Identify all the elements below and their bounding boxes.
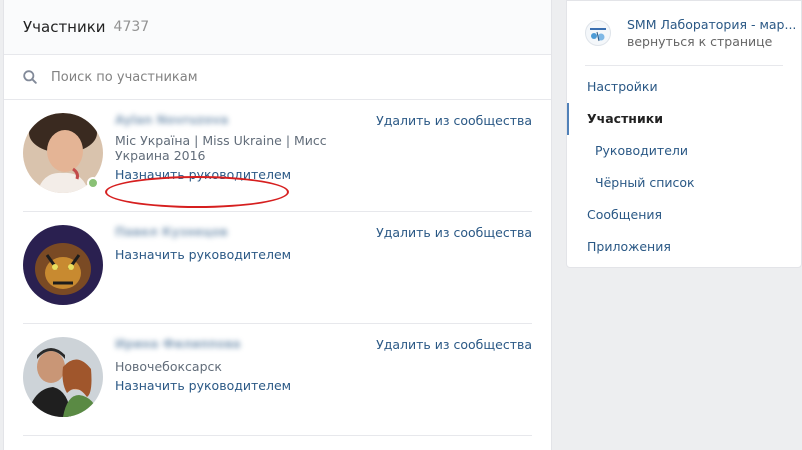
search-icon — [23, 70, 37, 84]
group-header[interactable]: SMM Лаборатория - мар... вернуться к стр… — [585, 1, 796, 66]
list-item: Павел Кузнецов Назначить руководителем У… — [23, 212, 532, 324]
avatar[interactable] — [23, 337, 103, 417]
member-info: Aylan Novruzova Miс Україна | Miss Ukrai… — [115, 112, 375, 183]
member-subtitle: Miс Україна | Miss Ukraine | Мисс Украин… — [115, 133, 327, 163]
members-header: Участники 4737 — [4, 0, 551, 55]
community-sidebar: SMM Лаборатория - мар... вернуться к стр… — [566, 0, 802, 268]
nav-item-blacklist[interactable]: Чёрный список — [567, 167, 801, 199]
member-name[interactable]: Павел Кузнецов — [115, 224, 375, 241]
nav-item-apps[interactable]: Приложения — [567, 231, 801, 263]
list-item: Ирина Филиппова Новочебоксарск Назначить… — [23, 324, 532, 436]
group-title[interactable]: SMM Лаборатория - мар... — [627, 17, 796, 32]
nav-item-settings[interactable]: Настройки — [567, 71, 801, 103]
assign-manager-link[interactable]: Назначить руководителем — [115, 167, 291, 182]
back-to-page-link[interactable]: вернуться к странице — [627, 34, 796, 49]
nav-item-managers[interactable]: Руководители — [567, 135, 801, 167]
avatar[interactable] — [23, 225, 103, 305]
list-item: Aylan Novruzova Miс Україна | Miss Ukrai… — [23, 100, 532, 212]
remove-from-community-link[interactable]: Удалить из сообщества — [376, 113, 532, 128]
online-indicator — [87, 177, 99, 189]
assign-manager-link[interactable]: Назначить руководителем — [115, 247, 291, 262]
remove-from-community-link[interactable]: Удалить из сообщества — [376, 337, 532, 352]
nav-item-messages[interactable]: Сообщения — [567, 199, 801, 231]
main-panel: Участники 4737 Aylan Novruzova Mi — [3, 0, 552, 450]
settings-nav: Настройки Участники Руководители Чёрный … — [567, 66, 801, 263]
assign-manager-link[interactable]: Назначить руководителем — [115, 378, 291, 393]
page-title: Участники — [23, 18, 106, 36]
search-input[interactable] — [51, 69, 501, 85]
search-bar[interactable] — [4, 55, 551, 100]
members-list: Aylan Novruzova Miс Україна | Miss Ukrai… — [4, 100, 551, 450]
group-logo — [585, 20, 611, 46]
member-name[interactable]: Ирина Филиппова — [115, 336, 375, 353]
members-count: 4737 — [113, 19, 150, 35]
member-info: Павел Кузнецов Назначить руководителем — [115, 224, 375, 263]
member-subtitle: Новочебоксарск — [115, 359, 222, 374]
remove-from-community-link[interactable]: Удалить из сообщества — [376, 225, 532, 240]
nav-item-members[interactable]: Участники — [567, 103, 801, 135]
member-name[interactable]: Aylan Novruzova — [115, 112, 375, 129]
list-item — [23, 436, 532, 450]
member-info: Ирина Филиппова Новочебоксарск Назначить… — [115, 336, 375, 394]
